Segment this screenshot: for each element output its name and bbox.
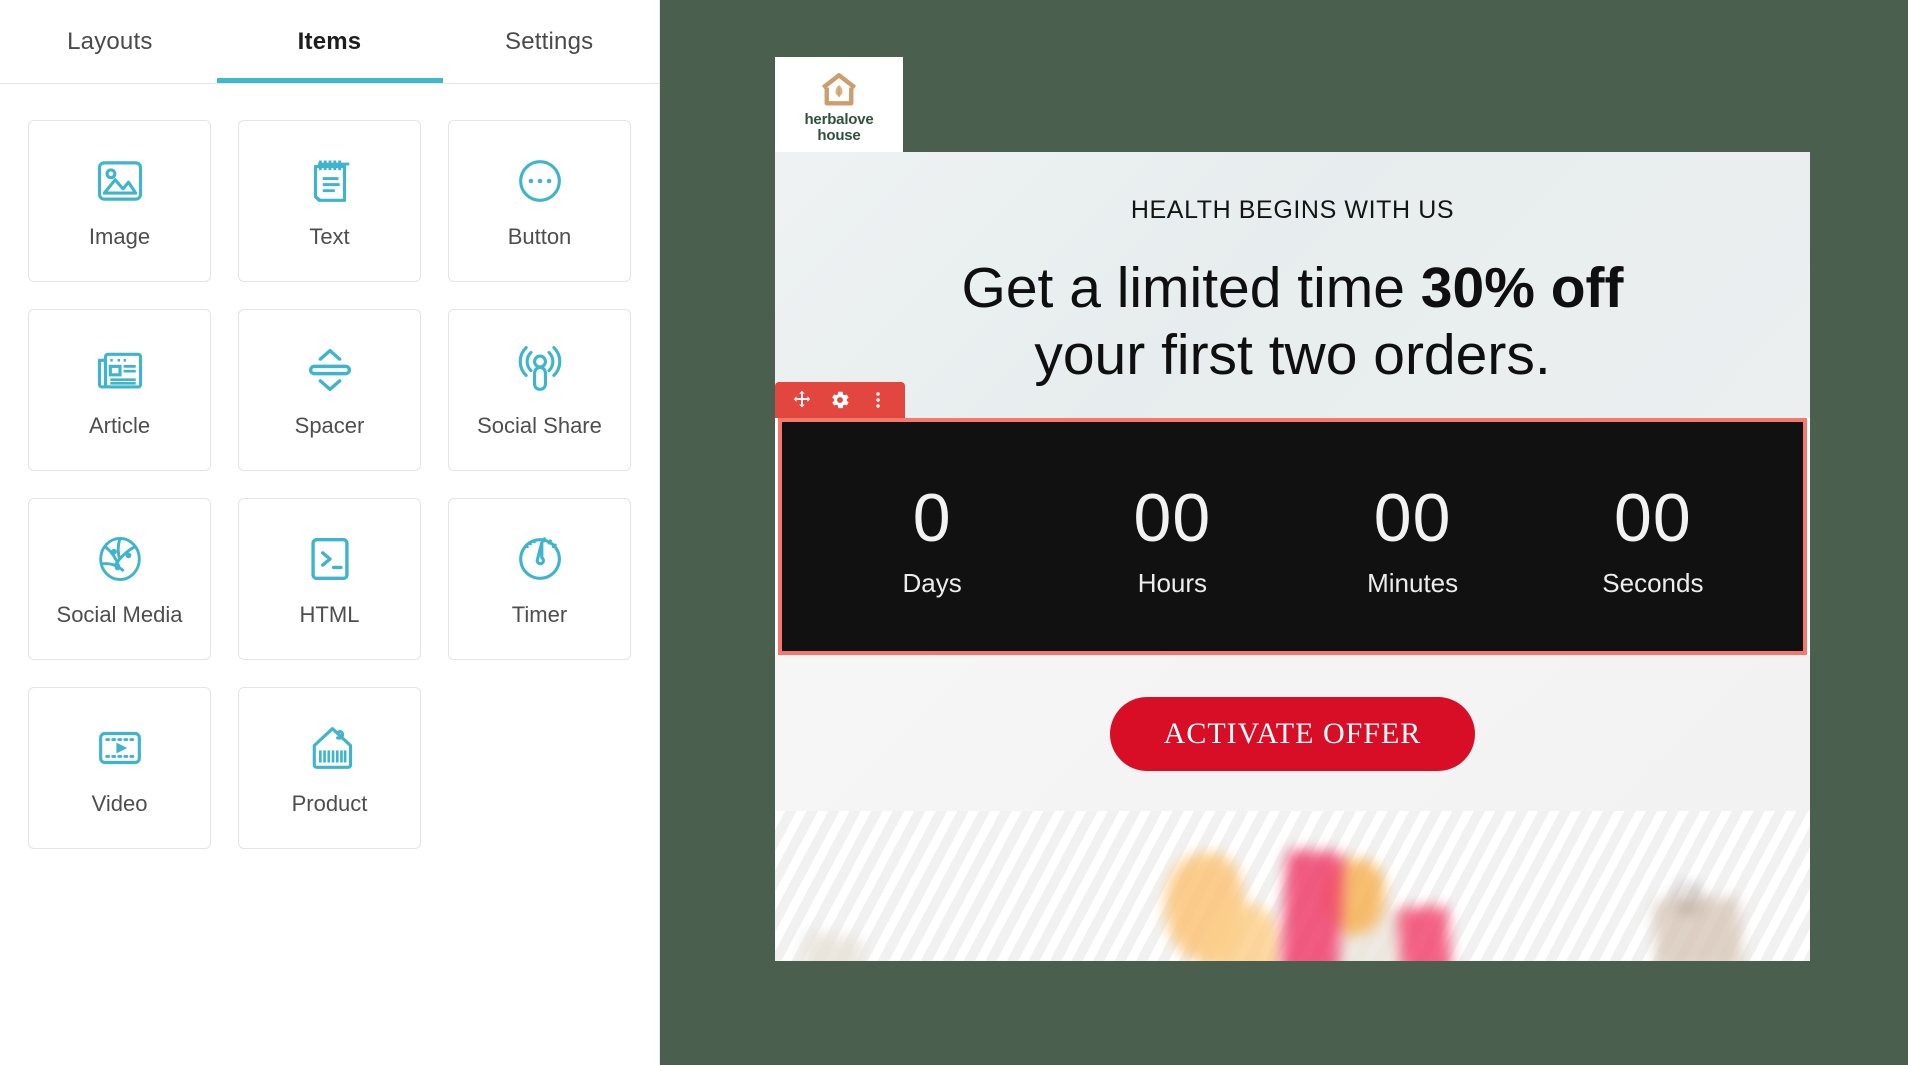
app-root: Layouts Items Settings Image Text Button… (0, 0, 1908, 1065)
terminal-prompt-icon (301, 530, 359, 588)
item-label: Social Share (477, 413, 602, 438)
countdown-value: 00 (1133, 479, 1212, 556)
item-label: Text (309, 224, 350, 249)
email-preview: herbalove house HEALTH BEGINS WITH US Ge… (775, 57, 1810, 961)
speedometer-timer-icon (511, 530, 569, 588)
item-card-text[interactable]: Text (238, 120, 421, 282)
tab-layouts[interactable]: Layouts (0, 0, 220, 83)
tab-items[interactable]: Items (220, 0, 440, 83)
social-share-broadcast-icon (511, 341, 569, 399)
item-card-social-media[interactable]: Social Media (28, 498, 211, 660)
product-photo (775, 810, 1810, 961)
brand-logo-line1: herbalove (804, 110, 874, 128)
item-label: Image (88, 224, 151, 249)
spacer-arrows-icon (301, 341, 359, 399)
photo-blob (1675, 884, 1701, 911)
item-label: Timer (511, 602, 568, 627)
item-card-html[interactable]: HTML (238, 498, 421, 660)
hero-eyebrow: HEALTH BEGINS WITH US (1130, 196, 1455, 224)
gear-icon[interactable] (823, 383, 857, 417)
item-card-article[interactable]: Article (28, 309, 211, 471)
item-label: HTML (299, 602, 360, 627)
brand-logo-text: herbalove house (804, 110, 874, 144)
headline-part1: Get a limited time (961, 256, 1421, 320)
countdown-cell-seconds: 00 Seconds (1533, 484, 1773, 599)
timer-block-wrapper: 0 Days 00 Hours 00 Minutes 00 Seconds (775, 381, 1810, 655)
countdown-value: 00 (1373, 479, 1452, 556)
hero-headline: Get a limited time 30% off your first tw… (775, 255, 1810, 418)
globe-network-icon (91, 530, 149, 588)
countdown-label: Seconds (1602, 567, 1704, 598)
item-label: Social Media (56, 602, 183, 627)
countdown-row: 0 Days 00 Hours 00 Minutes 00 Seconds (782, 422, 1803, 651)
countdown-cell-hours: 00 Hours (1052, 484, 1292, 599)
item-card-timer[interactable]: Timer (448, 498, 631, 660)
items-panel: Layouts Items Settings Image Text Button… (0, 0, 660, 1065)
items-grid: Image Text Button Article Spacer Social … (0, 84, 659, 849)
photo-blob (1279, 849, 1345, 961)
image-icon (91, 152, 149, 210)
headline-part2: your first two orders. (1034, 323, 1551, 388)
newspaper-icon (91, 341, 149, 399)
countdown-label: Minutes (1367, 567, 1459, 598)
countdown-value: 0 (912, 479, 952, 556)
tab-layouts-label: Layouts (67, 27, 153, 55)
item-label: Article (88, 413, 151, 438)
tab-settings-label: Settings (505, 27, 594, 55)
item-label: Button (507, 224, 572, 249)
tab-settings[interactable]: Settings (439, 0, 659, 83)
brand-logo[interactable]: herbalove house (775, 57, 903, 152)
item-label: Product (291, 791, 368, 816)
house-leaf-logo-icon (818, 70, 860, 110)
item-card-image[interactable]: Image (28, 120, 211, 282)
countdown-value: 00 (1614, 479, 1692, 556)
tab-items-label: Items (297, 27, 362, 55)
brand-logo-line2: house (817, 126, 861, 144)
email-canvas: herbalove house HEALTH BEGINS WITH US Ge… (660, 0, 1908, 1065)
photo-blob (796, 929, 866, 961)
button-circle-dots-icon (511, 152, 569, 210)
item-card-video[interactable]: Video (28, 687, 211, 849)
item-card-spacer[interactable]: Spacer (238, 309, 421, 471)
photo-blob (1396, 904, 1454, 961)
move-handle-icon[interactable] (785, 383, 819, 417)
more-options-icon[interactable] (861, 383, 895, 417)
item-label: Video (91, 791, 148, 816)
countdown-cell-days: 0 Days (812, 484, 1052, 599)
panel-tabs: Layouts Items Settings (0, 0, 659, 84)
countdown-timer-block[interactable]: 0 Days 00 Hours 00 Minutes 00 Seconds (778, 417, 1807, 655)
email-header: herbalove house (775, 57, 1810, 152)
price-tag-barcode-icon (301, 719, 359, 777)
notepad-text-icon (301, 152, 359, 210)
countdown-label: Hours (1137, 567, 1208, 598)
countdown-cell-minutes: 00 Minutes (1293, 484, 1533, 599)
cta-section: ACTIVATE OFFER (775, 654, 1810, 811)
item-label: Spacer (294, 413, 365, 438)
headline-discount: 30% off (1420, 256, 1624, 320)
block-toolbar (775, 381, 905, 418)
activate-offer-button[interactable]: ACTIVATE OFFER (1109, 696, 1476, 771)
countdown-label: Days (902, 567, 962, 598)
item-card-button[interactable]: Button (448, 120, 631, 282)
item-card-social-share[interactable]: Social Share (448, 309, 631, 471)
film-play-icon (91, 719, 149, 777)
hero-section: HEALTH BEGINS WITH US Get a limited time… (775, 152, 1810, 418)
item-card-product[interactable]: Product (238, 687, 421, 849)
